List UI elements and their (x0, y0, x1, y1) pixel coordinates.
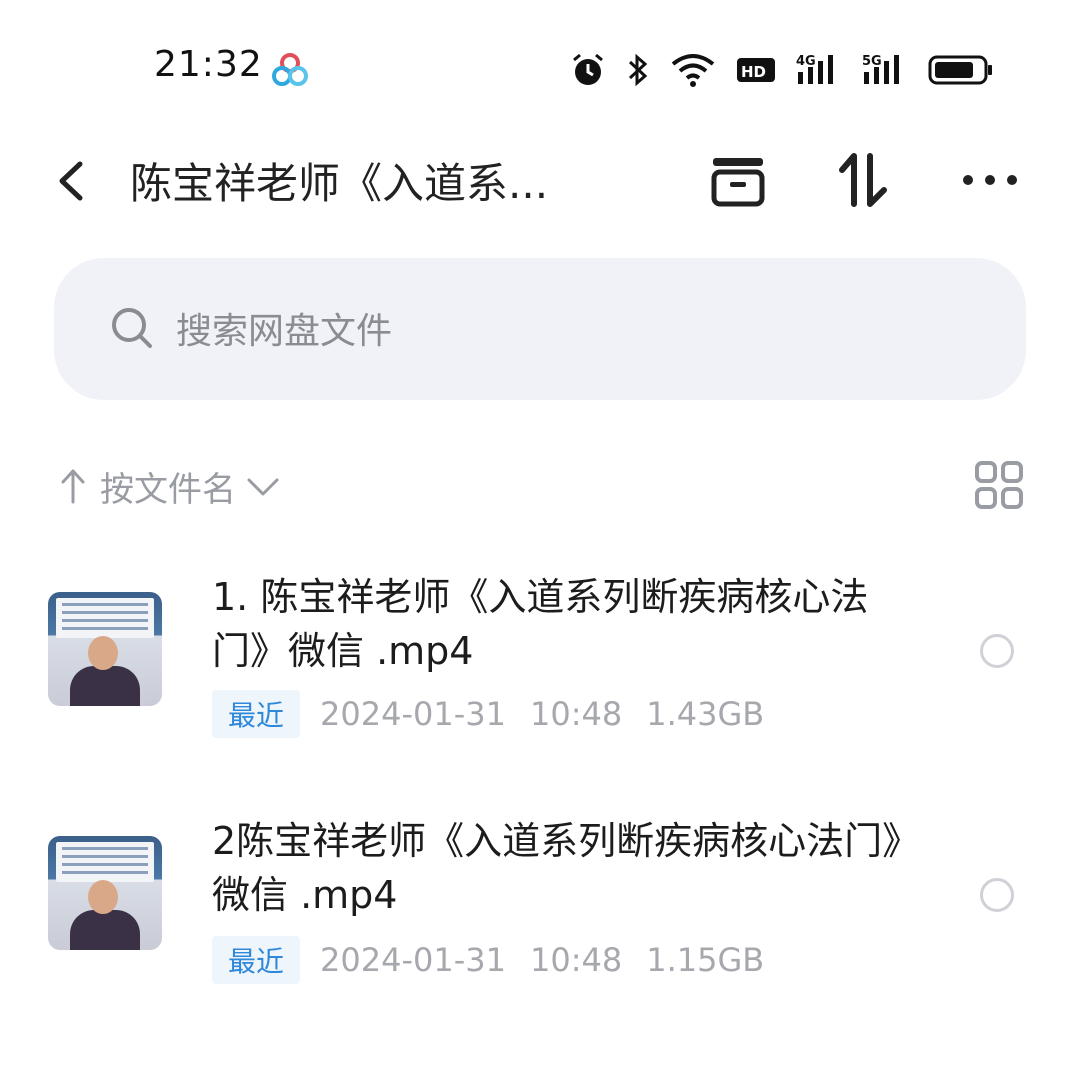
file-name: 1. 陈宝祥老师《入道系列断疾病核心法门》微信 .mp4 (212, 575, 869, 673)
file-time: 10:48 (529, 695, 623, 733)
video-thumbnail (48, 592, 162, 706)
recent-badge: 最近 (212, 690, 301, 738)
hd-icon: HD (737, 58, 775, 82)
status-icons: HD 4G 5G (570, 48, 994, 92)
alarm-icon (573, 53, 603, 85)
more-button[interactable] (960, 150, 1020, 210)
svg-text:HD: HD (741, 63, 766, 81)
search-input[interactable] (174, 300, 878, 362)
back-icon[interactable] (52, 156, 92, 206)
archive-button[interactable] (708, 150, 768, 210)
file-list-item[interactable]: 2陈宝祥老师《入道系列断疾病核心法门》微信 .mp4 最近 2024-01-31… (0, 808, 1080, 1008)
sort-icon (839, 153, 887, 207)
sort-label: 按文件名 (100, 469, 236, 510)
sort-button[interactable] (836, 150, 896, 210)
svg-text:5G: 5G (862, 54, 882, 69)
chevron-down-icon (247, 478, 279, 496)
svg-text:4G: 4G (796, 54, 816, 69)
search-icon (112, 308, 152, 348)
grid-view-icon[interactable] (974, 460, 1024, 510)
wifi-icon (671, 54, 715, 87)
file-date: 2024-01-31 (320, 695, 506, 733)
app-logo-icon (272, 53, 308, 86)
header-bar: 陈宝祥老师《入道系... (0, 130, 1080, 230)
recent-badge: 最近 (212, 936, 301, 984)
file-meta: 最近 2024-01-31 10:48 1.43GB (212, 690, 788, 738)
video-thumbnail (48, 836, 162, 950)
5g-signal-icon: 5G (862, 54, 899, 84)
file-time: 10:48 (529, 941, 623, 979)
file-size: 1.15GB (646, 941, 765, 979)
status-bar: 21:32 HD 4G 5G (0, 0, 1080, 130)
page-title: 陈宝祥老师《入道系... (130, 159, 549, 208)
archive-icon (711, 158, 765, 207)
more-icon (963, 175, 1017, 185)
bluetooth-icon (628, 53, 648, 87)
search-bar[interactable] (54, 258, 1026, 400)
file-name: 2陈宝祥老师《入道系列断疾病核心法门》微信 .mp4 (212, 819, 902, 917)
battery-icon (928, 55, 992, 85)
sort-ascending-icon (61, 469, 85, 504)
file-date: 2024-01-31 (320, 941, 506, 979)
select-checkbox[interactable] (980, 878, 1014, 912)
select-checkbox[interactable] (980, 634, 1014, 668)
file-size: 1.43GB (646, 695, 765, 733)
file-meta: 最近 2024-01-31 10:48 1.15GB (212, 936, 788, 984)
file-list-item[interactable]: 1. 陈宝祥老师《入道系列断疾病核心法门》微信 .mp4 最近 2024-01-… (0, 564, 1080, 764)
4g-signal-icon: 4G (796, 54, 833, 84)
sort-control[interactable]: 按文件名 (58, 456, 280, 516)
status-time: 21:32 (154, 44, 263, 85)
